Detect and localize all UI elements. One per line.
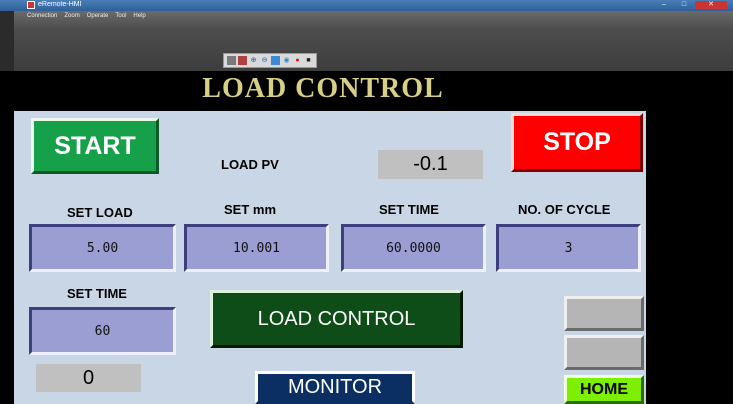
menu-connection[interactable]: Connection: [27, 13, 57, 19]
image-icon[interactable]: [271, 56, 280, 65]
menu-help[interactable]: Help: [133, 13, 145, 19]
cycle-count-field[interactable]: 3: [496, 224, 641, 272]
app-icon: [27, 1, 35, 9]
window-title-bar: eRemote-HMI – □ ✕: [0, 0, 733, 11]
table-icon[interactable]: [238, 56, 247, 65]
right-margin: [646, 71, 733, 404]
zoom-out-icon[interactable]: ⊖: [260, 56, 269, 65]
set-load-label: SET LOAD: [67, 205, 133, 220]
home-button[interactable]: HOME: [564, 375, 644, 404]
record-icon[interactable]: ●: [293, 56, 302, 65]
load-pv-value: -0.1: [378, 150, 483, 179]
blank-button-1[interactable]: [564, 296, 644, 331]
info-icon[interactable]: ◉: [282, 56, 291, 65]
set-mm-field[interactable]: 10.001: [184, 224, 329, 272]
monitor-button[interactable]: MONITOR: [255, 371, 415, 404]
minimize-button[interactable]: –: [655, 1, 673, 9]
close-button[interactable]: ✕: [695, 1, 727, 9]
set-time-2-label: SET TIME: [67, 286, 127, 301]
cycle-counter-display: 0: [36, 364, 141, 392]
menu-tool[interactable]: Tool: [115, 13, 126, 19]
menu-operate[interactable]: Operate: [87, 13, 109, 19]
blank-button-2[interactable]: [564, 335, 644, 370]
start-button[interactable]: START: [31, 118, 159, 174]
toolbar: ⊕ ⊖ ◉ ● ■: [223, 53, 317, 68]
window-title: eRemote-HMI: [38, 1, 82, 8]
load-pv-label: LOAD PV: [221, 157, 279, 172]
load-control-button[interactable]: LOAD CONTROL: [210, 290, 463, 348]
menu-zoom[interactable]: Zoom: [64, 13, 79, 19]
zoom-in-icon[interactable]: ⊕: [249, 56, 258, 65]
stop-icon[interactable]: ■: [304, 56, 313, 65]
menu-bar: [0, 11, 733, 71]
set-mm-label: SET mm: [224, 202, 277, 217]
maximize-button[interactable]: □: [675, 1, 693, 9]
stop-button[interactable]: STOP: [511, 113, 643, 172]
left-edge: [0, 11, 14, 71]
menu: Connection Zoom Operate Tool Help: [27, 13, 146, 19]
page-title: LOAD CONTROL: [202, 73, 444, 104]
set-load-field[interactable]: 5.00: [29, 224, 176, 272]
cycle-count-label: NO. OF CYCLE: [518, 202, 611, 217]
set-time-2-field[interactable]: 60: [29, 307, 176, 355]
set-time-label: SET TIME: [379, 202, 439, 217]
set-time-field[interactable]: 60.0000: [341, 224, 486, 272]
table-icon[interactable]: [227, 56, 236, 65]
